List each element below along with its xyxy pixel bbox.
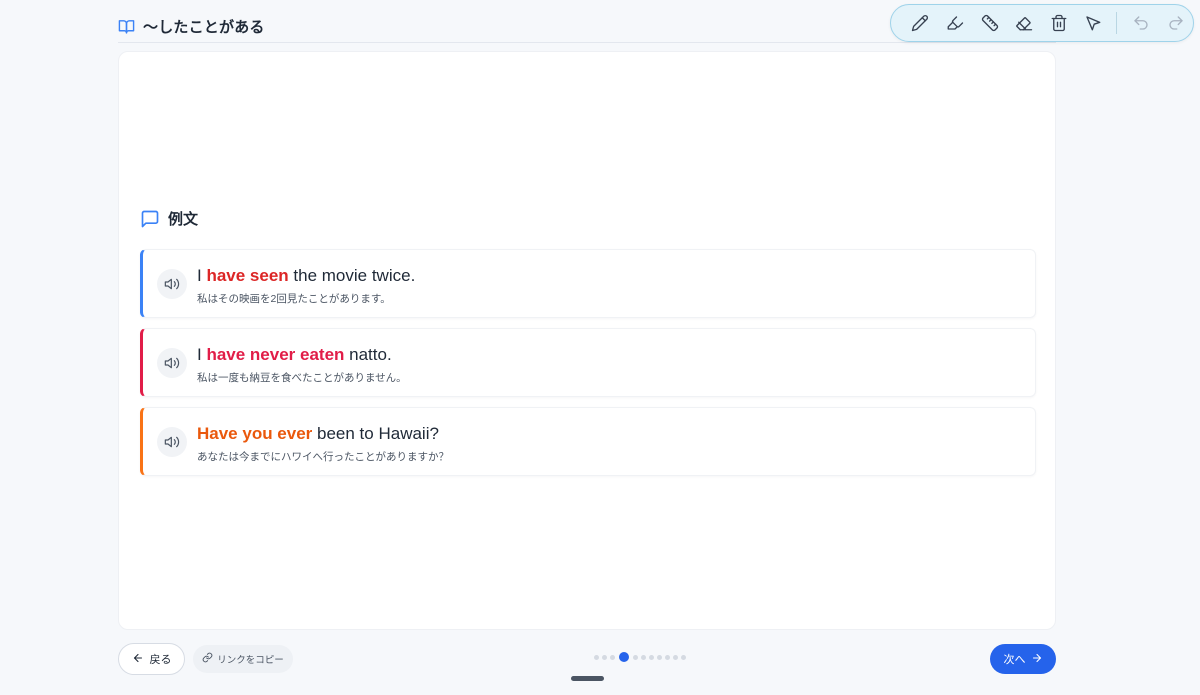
message-square-icon (140, 209, 160, 229)
example-sentence: Have you ever been to Hawaii? (197, 424, 439, 444)
trash-icon[interactable] (1042, 5, 1077, 41)
example-item: Have you ever been to Hawaii? あなたは今までにハワ… (140, 407, 1036, 476)
example-sentence: I have never eaten natto. (197, 345, 392, 365)
grammar-highlight: have never eaten (206, 345, 345, 364)
content-card: 例文 I have seen the movie twice. 私はその映画を2… (118, 51, 1056, 630)
example-item: I have seen the movie twice. 私はその映画を2回見た… (140, 249, 1036, 318)
redo-icon[interactable] (1158, 5, 1193, 41)
example-list: I have seen the movie twice. 私はその映画を2回見た… (140, 249, 1036, 486)
page-dot[interactable] (649, 654, 654, 660)
grammar-highlight: have seen (206, 266, 289, 285)
page-dot[interactable] (641, 654, 646, 660)
page-dot[interactable] (633, 654, 638, 660)
examples-section-header: 例文 (140, 208, 198, 229)
link-icon (202, 652, 213, 666)
sentence-suffix: natto. (344, 345, 392, 364)
speaker-icon[interactable] (157, 348, 187, 378)
next-button-label: 次へ (1003, 654, 1026, 666)
copy-link-button[interactable]: リンクをコピー (193, 645, 293, 673)
example-item: I have never eaten natto. 私は一度も納豆を食べたことが… (140, 328, 1036, 397)
example-translation: あなたは今までにハワイへ行ったことがありますか？ (197, 451, 449, 463)
next-button[interactable]: 次へ (990, 644, 1056, 674)
back-button-label: 戻る (149, 654, 172, 666)
example-translation: 私は一度も納豆を食べたことがありません。 (197, 372, 407, 384)
back-button[interactable]: 戻る (118, 643, 185, 675)
pencil-icon[interactable] (903, 5, 938, 41)
examples-section-label: 例文 (168, 211, 199, 228)
page-dot[interactable] (594, 654, 599, 660)
eraser-icon[interactable] (1007, 5, 1042, 41)
lesson-title: 〜したことがある (143, 18, 265, 36)
toolbar-divider (1115, 12, 1117, 34)
ruler-icon[interactable] (972, 5, 1007, 41)
example-translation: 私はその映画を2回見たことがあります。 (197, 293, 391, 305)
home-indicator (571, 676, 604, 681)
arrow-right-icon (1031, 652, 1043, 667)
speaker-icon[interactable] (157, 427, 187, 457)
example-sentence: I have seen the movie twice. (197, 266, 415, 286)
page-dot[interactable] (673, 654, 678, 660)
arrow-left-icon (132, 652, 144, 667)
lesson-page: 〜したことがある 例文 I have seen the movie twice.… (0, 0, 1200, 695)
page-indicator (594, 652, 686, 662)
page-dot-active[interactable] (619, 652, 629, 662)
copy-link-label: リンクをコピー (217, 655, 284, 666)
highlighter-icon[interactable] (938, 5, 973, 41)
grammar-highlight: Have you ever (197, 424, 313, 443)
drawing-toolbar (890, 4, 1194, 42)
page-dot[interactable] (602, 654, 607, 660)
page-dot[interactable] (610, 654, 615, 660)
undo-icon[interactable] (1124, 5, 1159, 41)
pointer-icon[interactable] (1076, 5, 1111, 41)
book-open-icon (118, 18, 135, 35)
page-dot[interactable] (681, 654, 686, 660)
sentence-suffix: been to Hawaii? (312, 424, 439, 443)
sentence-suffix: the movie twice. (288, 266, 416, 285)
speaker-icon[interactable] (157, 269, 187, 299)
page-dot[interactable] (657, 654, 662, 660)
page-dot[interactable] (665, 654, 670, 660)
